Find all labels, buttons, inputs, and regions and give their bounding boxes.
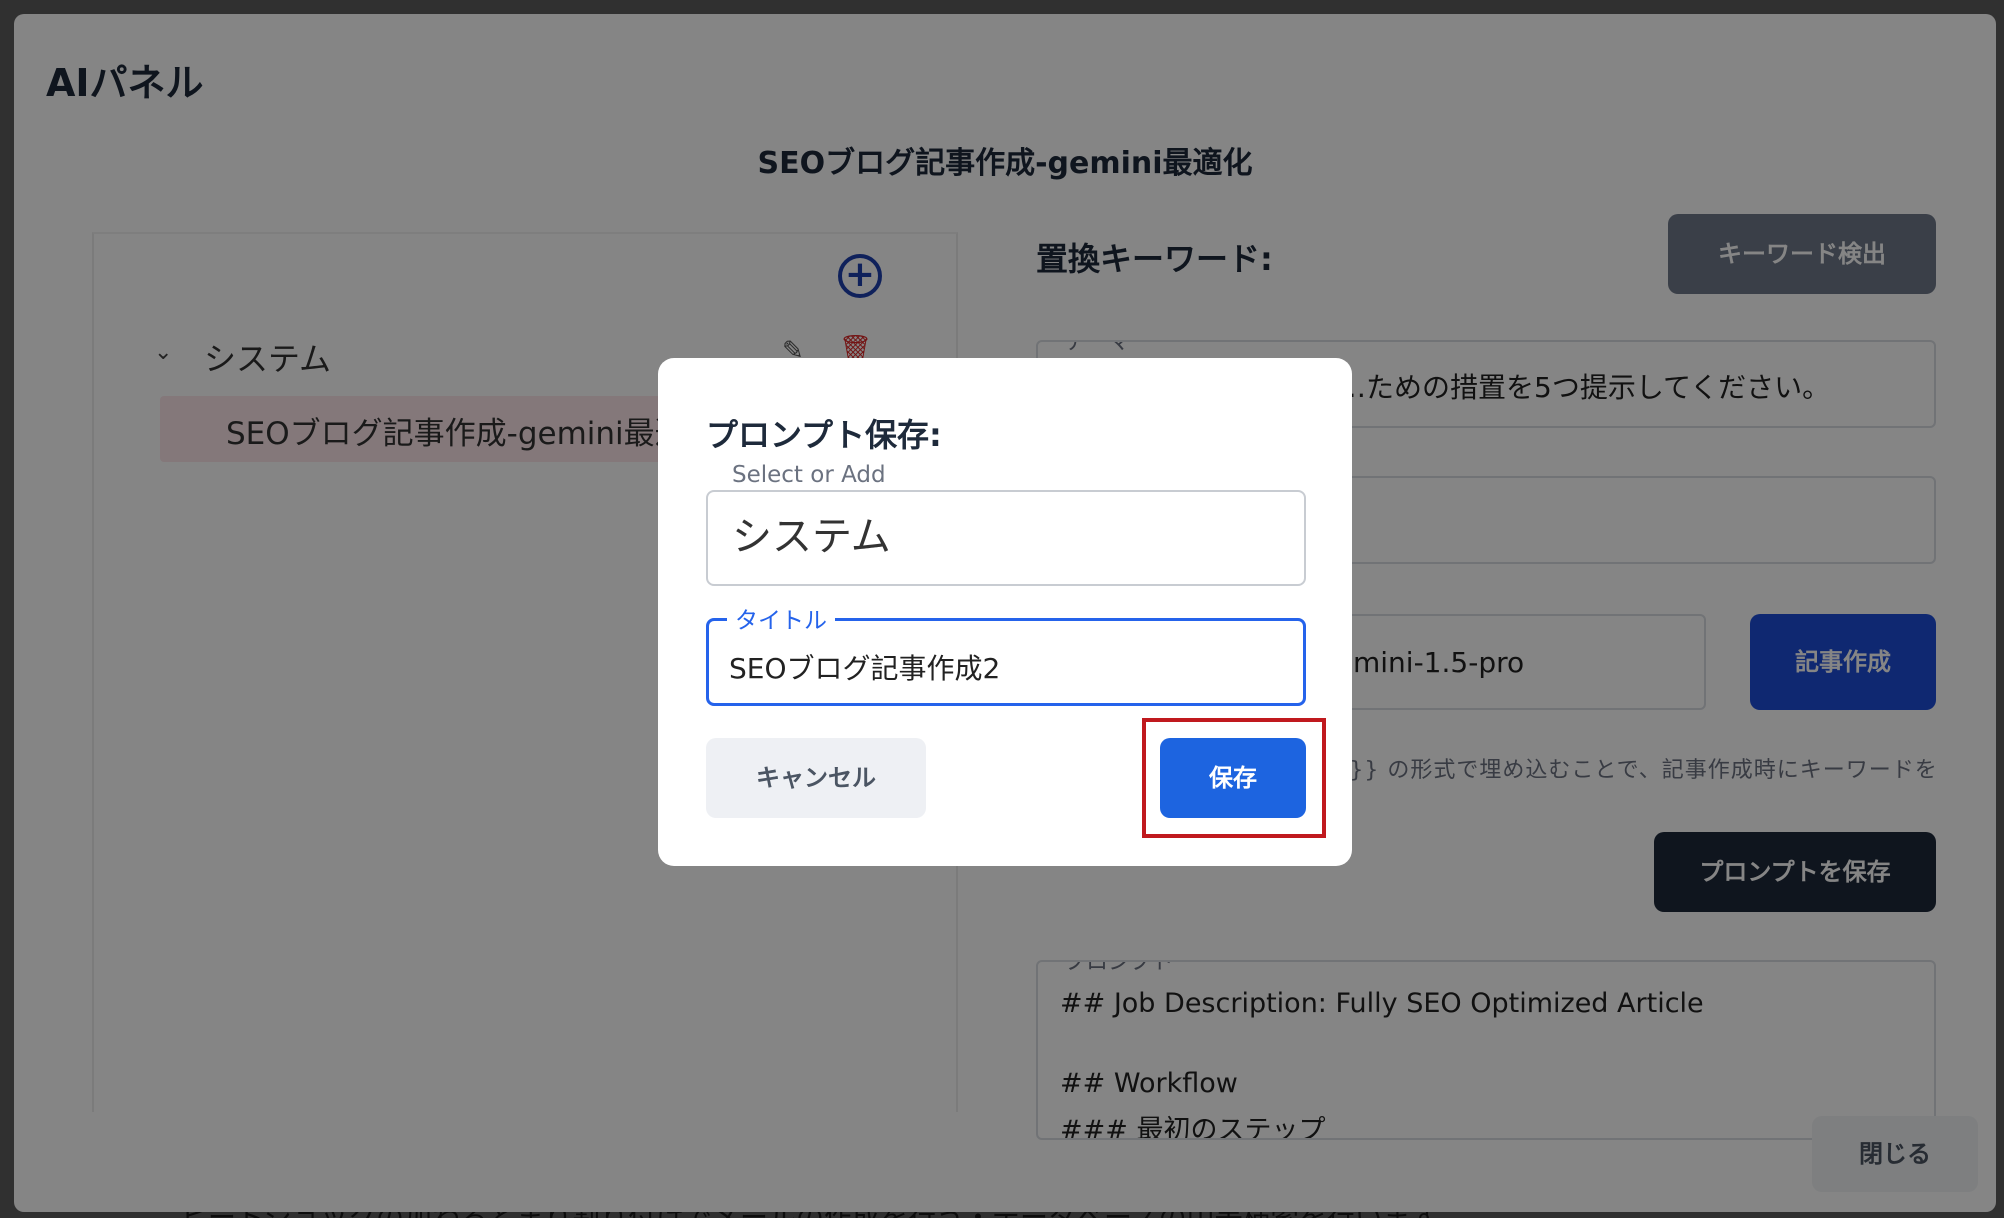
- title-input[interactable]: タイトル SEOブログ記事作成2: [706, 601, 1306, 706]
- save-button-highlight: [1142, 718, 1326, 838]
- cancel-button[interactable]: キャンセル: [706, 738, 926, 818]
- select-label: Select or Add: [732, 462, 886, 488]
- category-value: システム: [732, 514, 891, 560]
- title-label: タイトル: [727, 601, 835, 635]
- dialog-title: プロンプト保存:: [706, 416, 942, 454]
- category-select[interactable]: システム: [706, 490, 1306, 586]
- title-value: SEOブログ記事作成2: [729, 652, 1001, 685]
